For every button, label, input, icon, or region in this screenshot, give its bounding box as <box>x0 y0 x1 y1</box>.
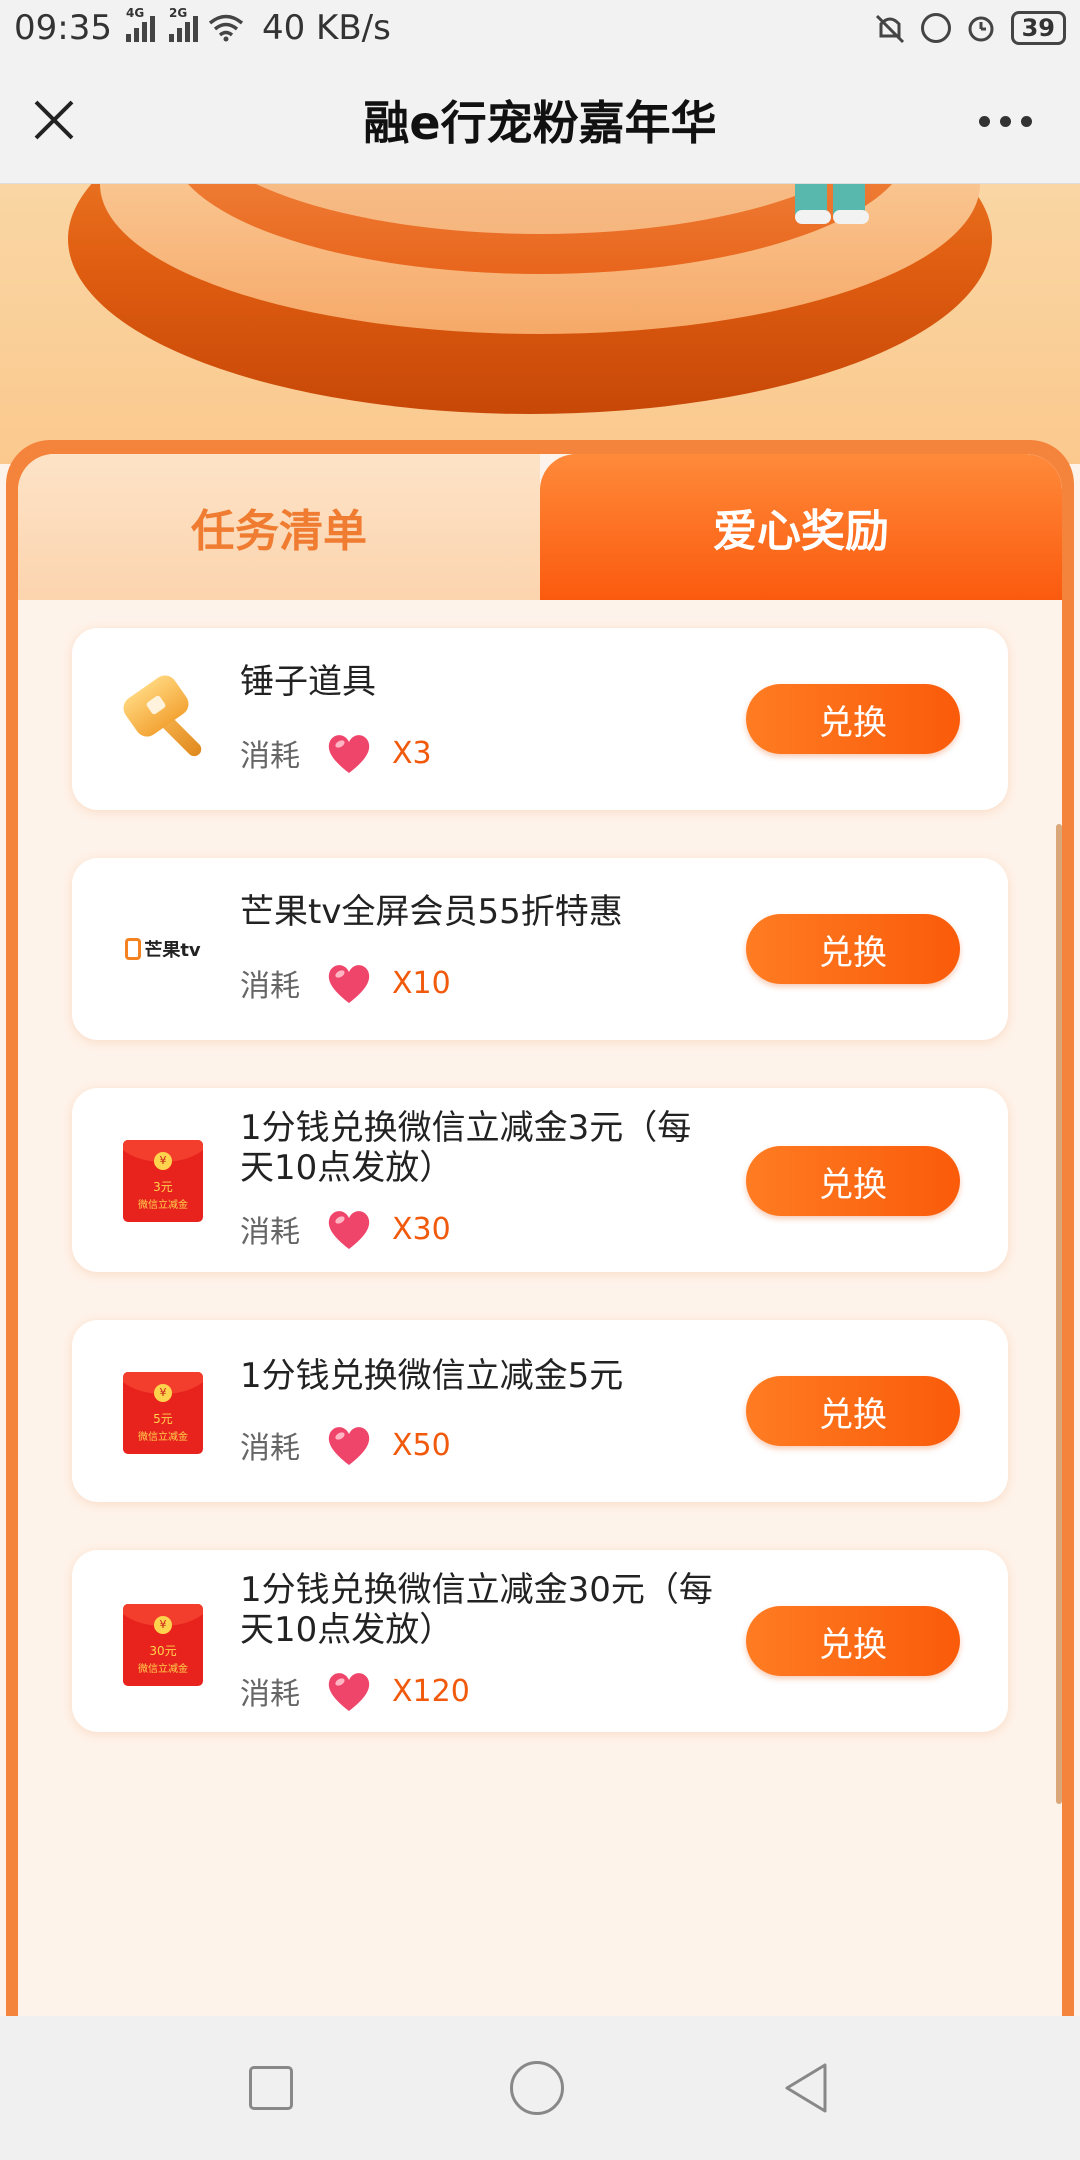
cost-value: X10 <box>392 965 451 1001</box>
reward-item-hammer: 锤子道具 消耗 X3 兑换 <box>72 628 1008 810</box>
exchange-button[interactable]: 兑换 <box>746 684 960 754</box>
reward-cost: 消耗 X30 <box>240 1204 451 1254</box>
mute-icon <box>875 14 904 44</box>
heart-icon <box>328 1211 370 1249</box>
system-navigation-bar <box>0 2016 1080 2160</box>
more-options-icon[interactable] <box>979 116 1032 127</box>
reward-cost: 消耗 X120 <box>240 1666 470 1716</box>
exchange-button[interactable]: 兑换 <box>746 914 960 984</box>
back-button[interactable] <box>781 2061 831 2115</box>
mascot-feet <box>795 184 870 232</box>
scrollbar[interactable] <box>1056 824 1062 1804</box>
red-packet-icon: ¥30元 微信立减金 <box>120 1602 206 1688</box>
cost-value: X120 <box>392 1673 470 1709</box>
reward-item-wechat-3: ¥3元 微信立减金 1分钱兑换微信立减金3元（每天10点发放） 消耗 X30 兑换 <box>72 1088 1008 1272</box>
cost-label: 消耗 <box>240 969 300 1004</box>
cost-label: 消耗 <box>240 1431 300 1466</box>
status-time: 09:35 <box>14 8 112 48</box>
signal-2g-icon: 2G <box>168 6 198 42</box>
wifi-icon <box>208 14 244 42</box>
tab-bar: 任务清单 爱心奖励 <box>18 454 1062 600</box>
signal-4g-icon: 4G <box>125 6 155 42</box>
reward-title: 芒果tv全屏会员55折特惠 <box>240 892 623 932</box>
exchange-button[interactable]: 兑换 <box>746 1376 960 1446</box>
page-title: 融e行宠粉嘉年华 <box>363 95 717 150</box>
reward-list: 锤子道具 消耗 X3 兑换 芒果tv 芒果tv全屏会员55折特惠 消耗 X10 <box>72 628 1008 1780</box>
reward-item-wechat-30: ¥30元 微信立减金 1分钱兑换微信立减金30元（每天10点发放） 消耗 X120… <box>72 1550 1008 1732</box>
heart-icon <box>328 735 370 773</box>
status-bar: 09:35 4G 2G 40 KB/s 39 <box>0 0 1080 56</box>
heart-icon <box>328 1673 370 1711</box>
red-packet-icon: ¥3元 微信立减金 <box>120 1138 206 1224</box>
reward-cost: 消耗 X3 <box>240 728 432 778</box>
exchange-button[interactable]: 兑换 <box>746 1146 960 1216</box>
top-nav-bar: 融e行宠粉嘉年华 <box>0 56 1080 184</box>
reward-cost: 消耗 X50 <box>240 1420 451 1470</box>
exchange-button[interactable]: 兑换 <box>746 1606 960 1676</box>
cost-value: X3 <box>392 735 432 771</box>
reward-panel: 任务清单 爱心奖励 锤子道具 消耗 X3 兑换 芒果tv 芒果tv全屏会员55折… <box>6 440 1074 2060</box>
mango-tv-logo: 芒果tv <box>120 906 206 992</box>
reward-title: 1分钱兑换微信立减金3元（每天10点发放） <box>240 1108 692 1188</box>
reward-item-wechat-5: ¥5元 微信立减金 1分钱兑换微信立减金5元 消耗 X50 兑换 <box>72 1320 1008 1502</box>
reward-title: 锤子道具 <box>240 662 376 702</box>
hero-podium-banner <box>0 184 1080 464</box>
tab-task-list[interactable]: 任务清单 <box>18 454 540 600</box>
cost-label: 消耗 <box>240 739 300 774</box>
red-packet-icon: ¥5元 微信立减金 <box>120 1370 206 1456</box>
heart-icon <box>328 1427 370 1465</box>
alarm-icon <box>968 16 994 42</box>
reward-cost: 消耗 X10 <box>240 958 451 1008</box>
cost-value: X30 <box>392 1211 451 1247</box>
home-button[interactable] <box>509 2061 564 2115</box>
close-icon[interactable] <box>30 96 78 144</box>
reward-item-mango-tv: 芒果tv 芒果tv全屏会员55折特惠 消耗 X10 兑换 <box>72 858 1008 1040</box>
recent-apps-button[interactable] <box>248 2066 293 2110</box>
battery-indicator: 39 <box>1010 11 1066 45</box>
reward-title: 1分钱兑换微信立减金30元（每天10点发放） <box>240 1570 713 1650</box>
cost-label: 消耗 <box>240 1215 300 1250</box>
hammer-icon <box>118 670 206 762</box>
tab-love-rewards[interactable]: 爱心奖励 <box>540 454 1062 600</box>
cost-label: 消耗 <box>240 1677 300 1712</box>
network-speed: 40 KB/s <box>261 8 391 48</box>
heart-icon <box>328 965 370 1003</box>
lock-rotation-icon <box>920 13 951 43</box>
reward-title: 1分钱兑换微信立减金5元 <box>240 1356 624 1396</box>
cost-value: X50 <box>392 1427 451 1463</box>
